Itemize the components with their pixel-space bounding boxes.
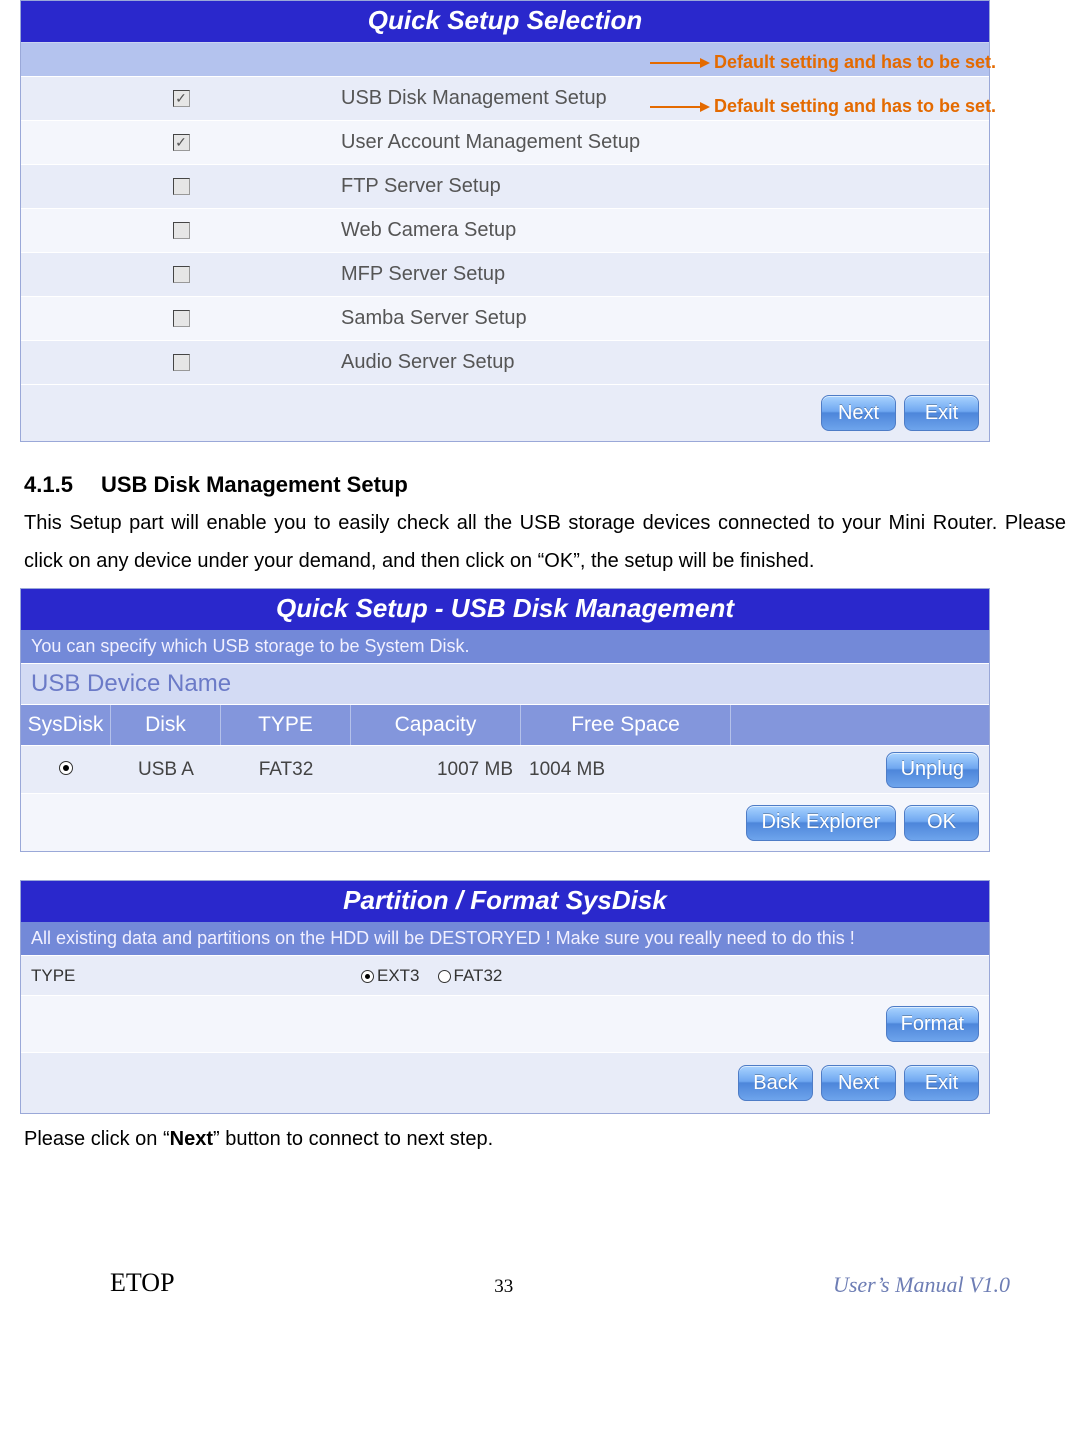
checkbox-ftp[interactable] xyxy=(173,178,190,195)
arrow-icon xyxy=(650,62,708,64)
col-actions xyxy=(731,705,989,745)
closing-bold: Next xyxy=(170,1128,213,1150)
radio-fat32[interactable] xyxy=(438,970,451,983)
section-number: 4.1.5 xyxy=(24,472,73,497)
annotation-text: Default setting and has to be set. xyxy=(714,52,996,73)
col-sysdisk: SysDisk xyxy=(21,705,111,745)
exit-button[interactable]: Exit xyxy=(904,1065,979,1101)
col-disk: Disk xyxy=(111,705,221,745)
arrow-icon xyxy=(650,106,708,108)
footer-page-number: 33 xyxy=(494,1276,513,1298)
setup-label: User Account Management Setup xyxy=(341,131,989,154)
type-label: TYPE xyxy=(21,966,361,986)
setup-row-webcam: Web Camera Setup xyxy=(21,208,989,252)
radio-ext3-text: EXT3 xyxy=(377,966,420,985)
cell-capacity: 1007 MB xyxy=(351,759,521,781)
checkbox-user-account[interactable] xyxy=(173,134,190,151)
checkbox-samba[interactable] xyxy=(173,310,190,327)
panel1-button-row: Next Exit xyxy=(21,384,989,441)
closing-paragraph: Please click on “Next” button to connect… xyxy=(24,1120,1066,1158)
format-type-row: TYPE EXT3 FAT32 xyxy=(21,955,989,995)
setup-row-ftp: FTP Server Setup xyxy=(21,164,989,208)
checkbox-webcam[interactable] xyxy=(173,222,190,239)
closing-pre: Please click on “ xyxy=(24,1128,170,1150)
cell-free: 1004 MB xyxy=(521,759,731,781)
setup-row-user-account: User Account Management Setup xyxy=(21,120,989,164)
next-button[interactable]: Next xyxy=(821,1065,896,1101)
quick-setup-selection-panel: Quick Setup Selection USB Disk Managemen… xyxy=(20,0,1070,442)
setup-row-mfp: MFP Server Setup xyxy=(21,252,989,296)
panel3-format-row: Format xyxy=(21,995,989,1052)
radio-fat32-text: FAT32 xyxy=(454,966,503,985)
setup-label: Samba Server Setup xyxy=(341,307,989,330)
usb-disk-management-panel: Quick Setup - USB Disk Management You ca… xyxy=(20,588,990,852)
checkbox-audio[interactable] xyxy=(173,354,190,371)
back-button[interactable]: Back xyxy=(738,1065,813,1101)
checkbox-mfp[interactable] xyxy=(173,266,190,283)
cell-disk: USB A xyxy=(111,759,221,781)
sysdisk-radio[interactable] xyxy=(59,761,73,775)
setup-label: Web Camera Setup xyxy=(341,219,989,242)
panel2-title: Quick Setup - USB Disk Management xyxy=(21,589,989,630)
partition-format-panel: Partition / Format SysDisk All existing … xyxy=(20,880,990,1114)
setup-label: MFP Server Setup xyxy=(341,263,989,286)
disk-explorer-button[interactable]: Disk Explorer xyxy=(746,805,896,841)
page-footer: ETOP 33 User’s Manual V1.0 xyxy=(20,1268,1070,1328)
col-free: Free Space xyxy=(521,705,731,745)
panel3-desc: All existing data and partitions on the … xyxy=(21,922,989,955)
annotation-1: Default setting and has to be set. xyxy=(650,52,996,73)
footer-brand: ETOP xyxy=(110,1268,175,1298)
section-heading: 4.1.5 USB Disk Management Setup xyxy=(24,472,1070,498)
cell-type: FAT32 xyxy=(221,759,351,781)
section-title: USB Disk Management Setup xyxy=(101,472,408,497)
section-paragraph: This Setup part will enable you to easil… xyxy=(24,504,1066,580)
radio-ext3-label[interactable]: EXT3 xyxy=(361,966,420,986)
setup-row-audio: Audio Server Setup xyxy=(21,340,989,384)
closing-post: ” button to connect to next step. xyxy=(213,1128,493,1150)
panel2-desc: You can specify which USB storage to be … xyxy=(21,630,989,663)
panel3-title: Partition / Format SysDisk xyxy=(21,881,989,922)
footer-manual: User’s Manual V1.0 xyxy=(833,1272,1010,1298)
next-button[interactable]: Next xyxy=(821,395,896,431)
checkbox-usb-disk[interactable] xyxy=(173,90,190,107)
ok-button[interactable]: OK xyxy=(904,805,979,841)
col-capacity: Capacity xyxy=(351,705,521,745)
panel2-subheader: USB Device Name xyxy=(21,663,989,704)
panel3-nav-row: Back Next Exit xyxy=(21,1052,989,1113)
radio-ext3[interactable] xyxy=(361,970,374,983)
usb-table-header: SysDisk Disk TYPE Capacity Free Space xyxy=(21,704,989,745)
annotation-text: Default setting and has to be set. xyxy=(714,96,996,117)
format-button[interactable]: Format xyxy=(886,1006,979,1042)
setup-label: FTP Server Setup xyxy=(341,175,989,198)
setup-label: Audio Server Setup xyxy=(341,351,989,374)
panel2-button-row: Disk Explorer OK xyxy=(21,793,989,851)
annotation-2: Default setting and has to be set. xyxy=(650,96,996,117)
col-type: TYPE xyxy=(221,705,351,745)
radio-fat32-label[interactable]: FAT32 xyxy=(438,966,503,986)
unplug-button[interactable]: Unplug xyxy=(886,752,979,788)
panel1-title: Quick Setup Selection xyxy=(21,1,989,42)
setup-row-samba: Samba Server Setup xyxy=(21,296,989,340)
exit-button[interactable]: Exit xyxy=(904,395,979,431)
usb-table-row: USB A FAT32 1007 MB 1004 MB Unplug xyxy=(21,745,989,793)
